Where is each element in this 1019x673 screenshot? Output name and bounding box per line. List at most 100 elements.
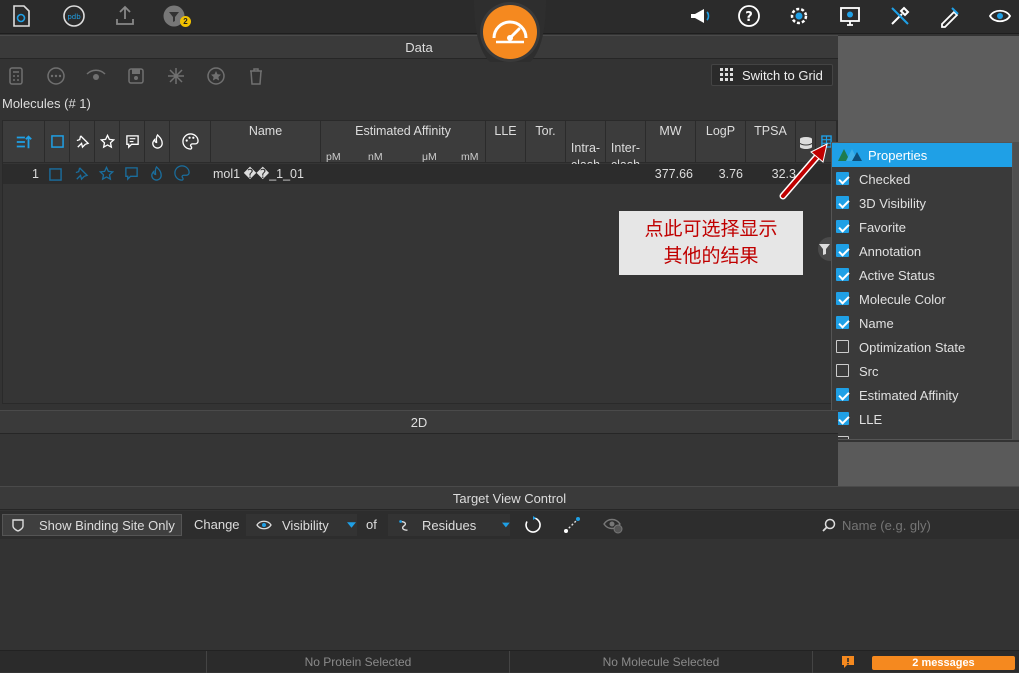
visibility-icon[interactable] xyxy=(86,66,106,86)
properties-header[interactable]: Properties xyxy=(832,143,1012,167)
property-option[interactable]: Molecule Color xyxy=(832,287,1012,311)
row-palette-icon[interactable] xyxy=(174,165,190,185)
shield-icon xyxy=(12,519,24,532)
residue-search-input[interactable] xyxy=(842,517,1012,533)
edit-tools-icon[interactable] xyxy=(936,2,964,30)
column-filter-icon[interactable] xyxy=(814,236,842,262)
checked-checkbox-icon[interactable] xyxy=(836,244,849,257)
checked-checkbox-icon[interactable] xyxy=(836,196,849,209)
logp-header-label: LogP xyxy=(705,124,736,138)
tools-icon[interactable] xyxy=(886,2,914,30)
table-row[interactable]: 1 mol1 ��_1_01 377.66 3.76 32.3 xyxy=(3,164,837,184)
inter-clash-column-header[interactable]: Inter- clash xyxy=(606,121,646,172)
property-option[interactable]: Checked xyxy=(832,167,1012,191)
sort-column-header[interactable] xyxy=(3,121,45,163)
display-icon[interactable] xyxy=(836,2,864,30)
palette-icon xyxy=(181,133,199,150)
data-panel-header: Data xyxy=(0,35,838,59)
pin-icon xyxy=(76,135,89,149)
help-icon[interactable]: ? xyxy=(735,2,763,30)
save-icon[interactable] xyxy=(126,66,146,86)
view-eye-icon[interactable] xyxy=(986,2,1014,30)
property-option[interactable]: Optimization State xyxy=(832,335,1012,359)
property-option[interactable]: LLE xyxy=(832,407,1012,431)
property-option-label: Checked xyxy=(859,171,911,187)
annotation-callout: 点此可选择显示 其他的结果 xyxy=(619,211,803,275)
sort-icon xyxy=(16,135,32,149)
megaphone-icon[interactable] xyxy=(686,2,714,30)
row-checkbox-icon[interactable] xyxy=(49,167,62,187)
twod-panel-title: 2D xyxy=(410,414,428,430)
switch-to-grid-button[interactable]: Switch to Grid xyxy=(711,64,833,86)
residue-search[interactable] xyxy=(822,514,1019,536)
property-option[interactable]: Annotation xyxy=(832,239,1012,263)
row-star-icon[interactable] xyxy=(98,165,115,186)
pdb-icon[interactable]: pdb xyxy=(60,2,88,30)
sparkle-icon[interactable] xyxy=(166,66,186,86)
row-flame-icon[interactable] xyxy=(149,165,164,186)
property-option[interactable]: Active Status xyxy=(832,263,1012,287)
unchecked-checkbox-icon[interactable] xyxy=(836,364,849,377)
refresh-icon[interactable] xyxy=(524,516,542,534)
checkbox-icon xyxy=(50,135,64,148)
show-binding-site-label: Show Binding Site Only xyxy=(39,517,175,533)
checked-checkbox-icon[interactable] xyxy=(836,268,849,281)
upload-icon[interactable] xyxy=(111,2,139,30)
tvc-panel-body xyxy=(0,539,1019,650)
checked-checkbox-icon[interactable] xyxy=(836,172,849,185)
affinity-header-label: Estimated Affinity xyxy=(355,124,451,138)
active-status-column-header[interactable] xyxy=(145,121,170,163)
pin-column-header[interactable] xyxy=(70,121,95,163)
property-option[interactable]: 3D Visibility xyxy=(832,191,1012,215)
row-pin-icon[interactable] xyxy=(74,166,89,186)
checked-checkbox-icon[interactable] xyxy=(836,388,849,401)
checked-checkbox-icon[interactable] xyxy=(836,292,849,305)
visibility-select[interactable]: Visibility xyxy=(246,514,357,536)
property-option-label: LE xyxy=(859,436,875,440)
favorite-column-header[interactable] xyxy=(95,121,120,163)
mw-header-label: MW xyxy=(659,124,682,138)
tor-column-header[interactable]: Tor. xyxy=(526,121,566,163)
alert-icon[interactable] xyxy=(841,655,855,669)
color-column-header[interactable] xyxy=(170,121,211,163)
connect-points-icon[interactable] xyxy=(563,516,581,534)
name-header-label: Name xyxy=(248,124,283,138)
logp-column-header[interactable]: LogP xyxy=(696,121,746,163)
property-option[interactable]: Src xyxy=(832,359,1012,383)
calculator-icon[interactable] xyxy=(6,66,26,86)
new-document-icon[interactable] xyxy=(7,2,35,30)
visibility-select-label: Visibility xyxy=(282,517,329,533)
property-option[interactable]: Favorite xyxy=(832,215,1012,239)
delete-trash-icon[interactable] xyxy=(246,66,266,86)
molecules-count-title: Molecules (# 1) xyxy=(2,96,91,111)
checked-column-header[interactable] xyxy=(45,121,70,163)
checked-checkbox-icon[interactable] xyxy=(836,316,849,329)
row-comment-icon[interactable] xyxy=(124,166,139,186)
hide-eye-icon[interactable] xyxy=(603,516,623,534)
more-options-icon[interactable] xyxy=(46,66,66,86)
row-index: 1 xyxy=(32,167,39,181)
callout-line-2: 其他的结果 xyxy=(663,245,759,267)
property-option[interactable]: Estimated Affinity xyxy=(832,383,1012,407)
property-option[interactable]: Name xyxy=(832,311,1012,335)
checked-checkbox-icon[interactable] xyxy=(836,220,849,233)
name-column-header[interactable]: Name xyxy=(211,121,321,163)
intra-clash-column-header[interactable]: Intra- clash xyxy=(566,121,606,172)
lle-column-header[interactable]: LLE xyxy=(486,121,526,163)
change-label: Change xyxy=(194,517,240,532)
settings-gear-icon[interactable] xyxy=(785,2,813,30)
affinity-column-header[interactable]: Estimated Affinity pM nM μM mM xyxy=(321,121,486,163)
row-mw: 377.66 xyxy=(654,167,693,181)
side-panel-top xyxy=(838,36,1019,142)
annotation-column-header[interactable] xyxy=(120,121,145,163)
messages-badge[interactable]: 2 messages xyxy=(872,656,1015,670)
property-option[interactable]: LE xyxy=(832,431,1012,440)
flame-icon xyxy=(151,133,163,149)
residues-select[interactable]: Residues xyxy=(388,514,510,536)
property-option-label: Annotation xyxy=(859,243,922,259)
unchecked-checkbox-icon[interactable] xyxy=(836,340,849,353)
star-badge-icon[interactable] xyxy=(206,66,226,86)
show-binding-site-button[interactable]: Show Binding Site Only xyxy=(2,514,182,536)
filter-icon[interactable]: 2 xyxy=(160,2,191,30)
mw-column-header[interactable]: MW xyxy=(646,121,696,163)
